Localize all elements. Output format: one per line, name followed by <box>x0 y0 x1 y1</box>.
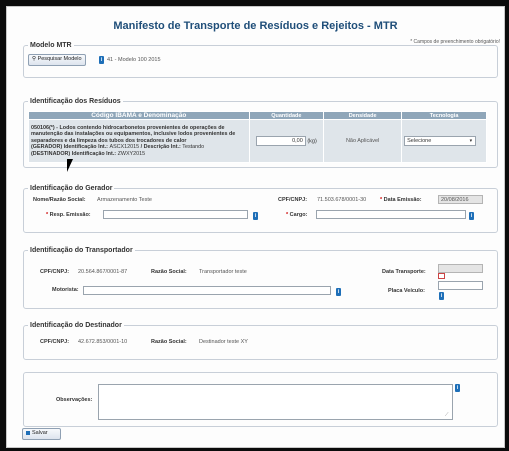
cargo-input[interactable] <box>316 210 466 219</box>
save-label: Salvar <box>32 430 48 436</box>
gerador-cpf-label: CPF/CNPJ: <box>278 197 308 203</box>
mouse-cursor-icon <box>67 159 73 172</box>
search-model-label: Pesquisar Modelo <box>37 56 82 62</box>
emission-date-label-text: Data Emissão: <box>383 197 422 203</box>
transport-date-label: Data Transporte: <box>382 269 426 275</box>
gerador-name-value: Armazenamento Teste <box>97 197 152 203</box>
transport-date-field <box>438 264 483 273</box>
residuos-legend: Identificação dos Resíduos <box>30 98 121 105</box>
dest-cpf-label: CPF/CNPJ: <box>40 339 70 345</box>
observacoes-section: Observações: ⟋ i <box>23 372 498 427</box>
gerador-id-label: (GERADOR) Identificação Int.: <box>31 144 110 151</box>
emission-date-field: 20/08/2016 <box>438 195 483 204</box>
density-cell: Não Aplicável <box>323 119 403 163</box>
desc-int-label: / Descrição Int.: <box>139 144 183 151</box>
cargo-label: * Cargo: <box>286 212 307 218</box>
transp-razao-label: Razão Social: <box>151 269 187 275</box>
destinador-legend: Identificação do Destinador <box>30 322 122 329</box>
search-model-button[interactable]: ⚲ Pesquisar Modelo <box>28 54 86 66</box>
destinador-section: Identificação do Destinador CPF/CNPJ: 42… <box>23 322 498 360</box>
model-info-icon[interactable]: i <box>99 56 104 64</box>
col-densidade: Densidade <box>323 111 403 120</box>
transp-cpf-value: 20.564.867/0001-87 <box>78 269 128 275</box>
quantity-cell: 0,00 (kg) <box>248 119 325 163</box>
resp-emissao-input[interactable] <box>103 210 248 219</box>
transp-cpf-label: CPF/CNPJ: <box>40 269 70 275</box>
transportador-legend: Identificação do Transportador <box>30 247 133 254</box>
modelo-section: Modelo MTR ⚲ Pesquisar Modelo i 41 - Mod… <box>23 42 498 78</box>
required-mark: * <box>286 212 289 218</box>
emission-date-label: * Data Emissão: <box>380 197 422 203</box>
page-title: Manifesto de Transporte de Resíduos e Re… <box>113 20 398 32</box>
placa-input[interactable] <box>438 281 483 290</box>
resp-emissao-label: * Resp. Emissão: <box>46 212 91 218</box>
motorista-label: Motorista: <box>52 287 79 293</box>
residuo-code: 050106(*) <box>31 124 55 131</box>
gerador-section: Identificação do Gerador Nome/Razão Soci… <box>23 185 498 233</box>
residuos-table: Código IBAMA e Denominação Quantidade De… <box>28 111 487 163</box>
save-button[interactable]: Salvar <box>22 428 61 440</box>
dest-cpf-value: 42.672.853/0001-10 <box>78 339 128 345</box>
resp-info-icon[interactable]: i <box>253 212 258 220</box>
motorista-info-icon[interactable]: i <box>336 288 341 296</box>
required-mark: * <box>46 212 49 218</box>
observacoes-info-icon[interactable]: i <box>455 384 460 392</box>
gerador-cpf-value: 71.503.678/0001-30 <box>317 197 367 203</box>
residuo-description-cell: 050106(*) - Lodos contendo hidrocarbonet… <box>28 119 250 163</box>
chevron-down-icon: ▾ <box>469 138 473 144</box>
resize-handle-icon[interactable]: ⟋ <box>445 412 449 418</box>
residuo-name: - Lodos contendo hidrocarbonetos proveni… <box>31 124 236 144</box>
observacoes-textarea[interactable] <box>98 384 453 420</box>
technology-cell: Selecione ▾ <box>401 119 487 163</box>
residuos-header-row: Código IBAMA e Denominação Quantidade De… <box>28 111 487 120</box>
gerador-name-label: Nome/Razão Social: <box>33 197 86 203</box>
motorista-input[interactable] <box>83 286 331 295</box>
transportador-section: Identificação do Transportador CPF/CNPJ:… <box>23 247 498 309</box>
gerador-id-value: ASCX12015 <box>109 144 140 151</box>
modelo-legend: Modelo MTR <box>30 42 72 49</box>
gerador-legend: Identificação do Gerador <box>30 185 113 192</box>
destinador-id-label: (DESTINADOR) Identificação Int.: <box>31 150 118 157</box>
destinador-id-value: ZWXY2015 <box>117 150 146 157</box>
cargo-info-icon[interactable]: i <box>469 212 474 220</box>
desc-int-value: Testando <box>182 144 205 151</box>
mtr-form-page: Manifesto de Transporte de Resíduos e Re… <box>6 6 505 448</box>
observacoes-label: Observações: <box>56 397 93 403</box>
dest-razao-label: Razão Social: <box>151 339 187 345</box>
col-codigo: Código IBAMA e Denominação <box>28 111 250 120</box>
col-quantidade: Quantidade <box>248 111 325 120</box>
calendar-icon[interactable] <box>438 273 445 279</box>
quantity-input[interactable]: 0,00 <box>255 136 306 146</box>
dest-razao-value: Destinador teste XY <box>199 339 248 345</box>
technology-select[interactable]: Selecione ▾ <box>404 136 477 146</box>
residuo-row: 050106(*) - Lodos contendo hidrocarbonet… <box>28 119 487 163</box>
residuos-section: Identificação dos Resíduos Código IBAMA … <box>23 98 498 168</box>
quantity-unit: (kg) <box>307 138 317 145</box>
col-tecnologia: Tecnologia <box>401 111 487 120</box>
save-icon <box>26 430 30 435</box>
required-mark: * <box>380 197 383 203</box>
cargo-label-text: Cargo: <box>289 212 308 218</box>
placa-label: Placa Veículo: <box>388 288 425 294</box>
resp-emissao-label-text: Resp. Emissão: <box>49 212 91 218</box>
technology-value: Selecione <box>407 138 432 144</box>
placa-info-icon[interactable]: i <box>439 292 444 300</box>
transp-razao-value: Transportador teste <box>199 269 247 275</box>
selected-model: 41 - Modelo 100 2015 <box>107 57 161 63</box>
